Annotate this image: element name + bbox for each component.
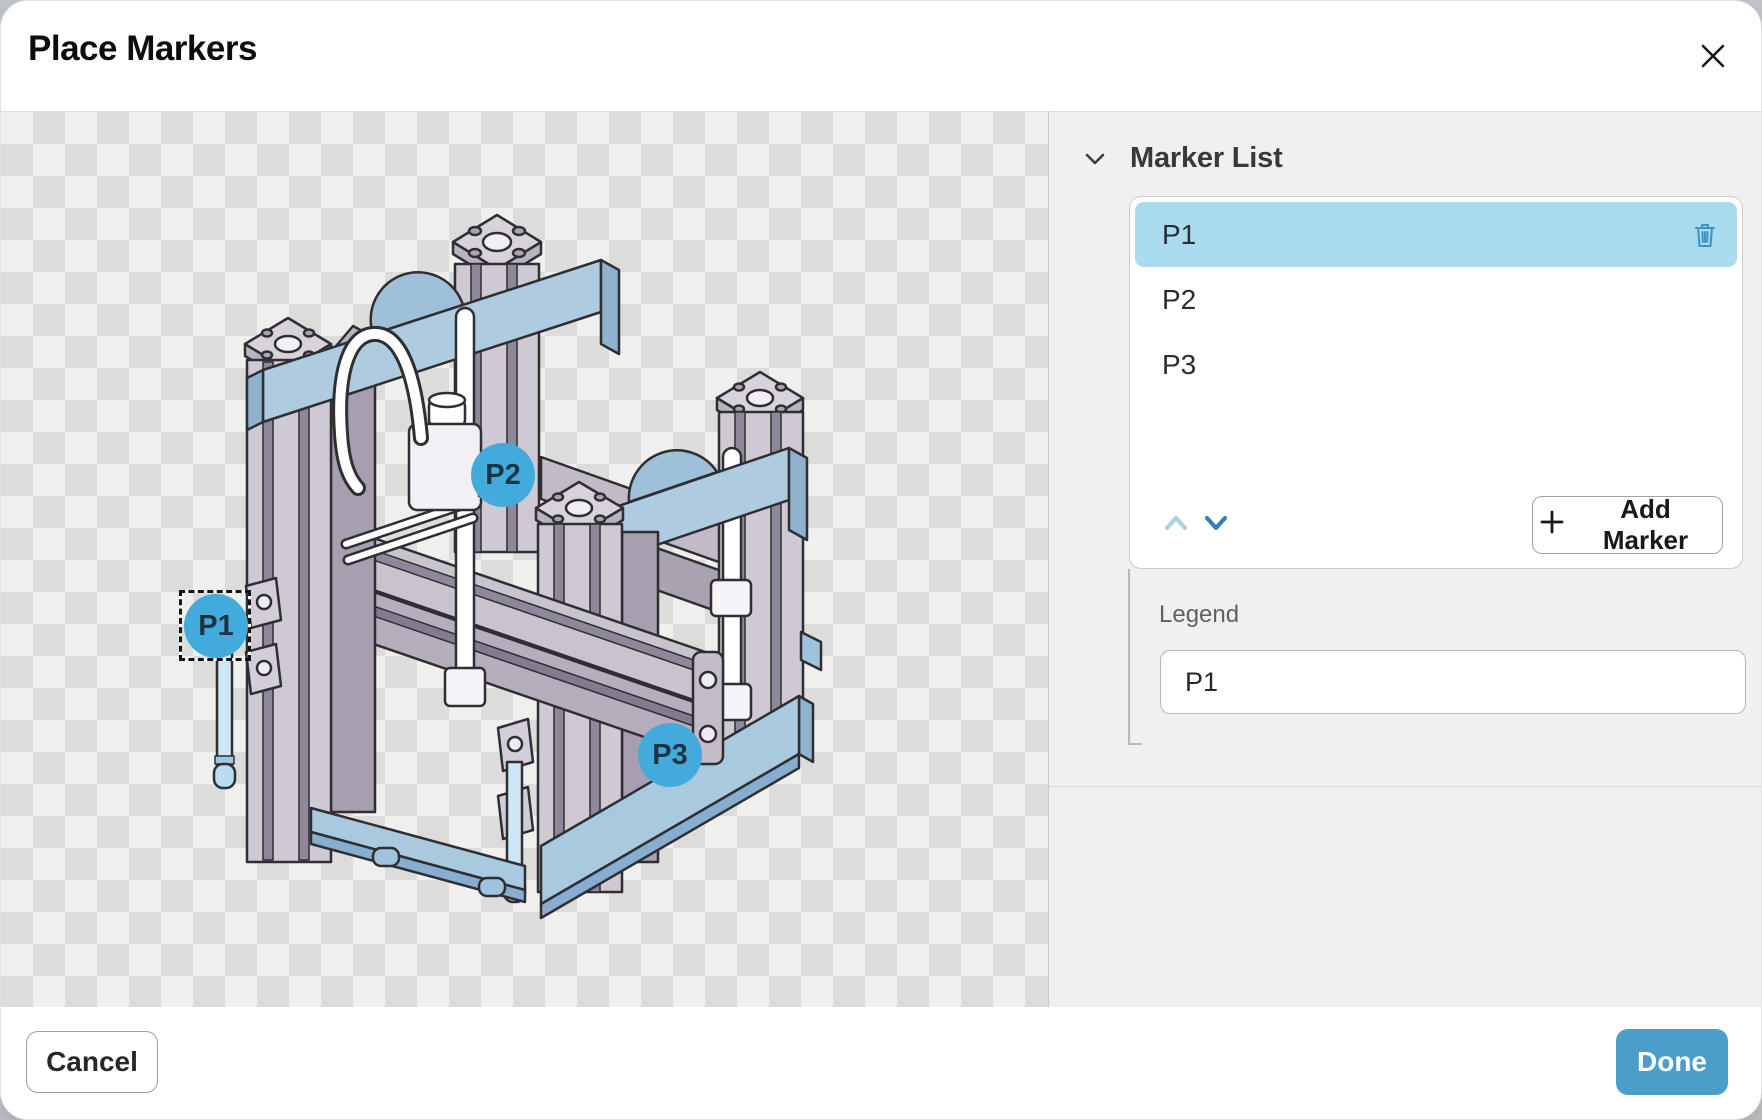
marker-item-label: P3: [1162, 349, 1196, 381]
chevron-up-icon: [1163, 520, 1189, 535]
frame-illustration: [1, 112, 1048, 1007]
list-controls: Add Marker: [1135, 496, 1737, 556]
close-button[interactable]: [1693, 37, 1733, 77]
chevron-down-icon[interactable]: [1083, 150, 1107, 168]
marker-list: P1 P2 P3: [1129, 196, 1743, 569]
dialog-header: Place Markers: [1, 1, 1761, 111]
dialog-footer: Cancel Done: [1, 1007, 1762, 1120]
canvas-marker-p2[interactable]: P2: [471, 443, 535, 507]
trash-icon[interactable]: [1693, 221, 1717, 249]
add-marker-label: Add Marker: [1575, 494, 1716, 556]
add-marker-button[interactable]: Add Marker: [1532, 496, 1723, 554]
cancel-button[interactable]: Cancel: [26, 1031, 158, 1093]
marker-list-item-p1[interactable]: P1: [1135, 202, 1737, 267]
marker-canvas[interactable]: P1 P2 P3: [1, 111, 1048, 1007]
canvas-marker-p3[interactable]: P3: [638, 723, 702, 787]
chevron-down-icon: [1203, 520, 1229, 535]
move-up-button[interactable]: [1163, 514, 1189, 532]
legend-input[interactable]: [1160, 650, 1746, 714]
legend-connector-line: [1128, 569, 1142, 745]
panel-divider: [1049, 786, 1762, 787]
plus-icon: [1539, 509, 1565, 542]
done-button[interactable]: Done: [1616, 1029, 1728, 1095]
marker-item-label: P2: [1162, 284, 1196, 316]
marker-list-item-p2[interactable]: P2: [1135, 267, 1737, 332]
legend-label: Legend: [1159, 601, 1239, 629]
marker-item-label: P1: [1162, 219, 1196, 251]
marker-list-item-p3[interactable]: P3: [1135, 332, 1737, 397]
marker-list-title: Marker List: [1130, 142, 1283, 175]
canvas-marker-p1[interactable]: P1: [184, 594, 248, 658]
place-markers-dialog: Place Markers: [0, 0, 1762, 1120]
marker-panel: Marker List P1 P2 P3: [1048, 111, 1762, 1007]
close-icon: [1698, 41, 1728, 74]
move-down-button[interactable]: [1203, 514, 1229, 532]
dialog-title: Place Markers: [28, 29, 257, 69]
